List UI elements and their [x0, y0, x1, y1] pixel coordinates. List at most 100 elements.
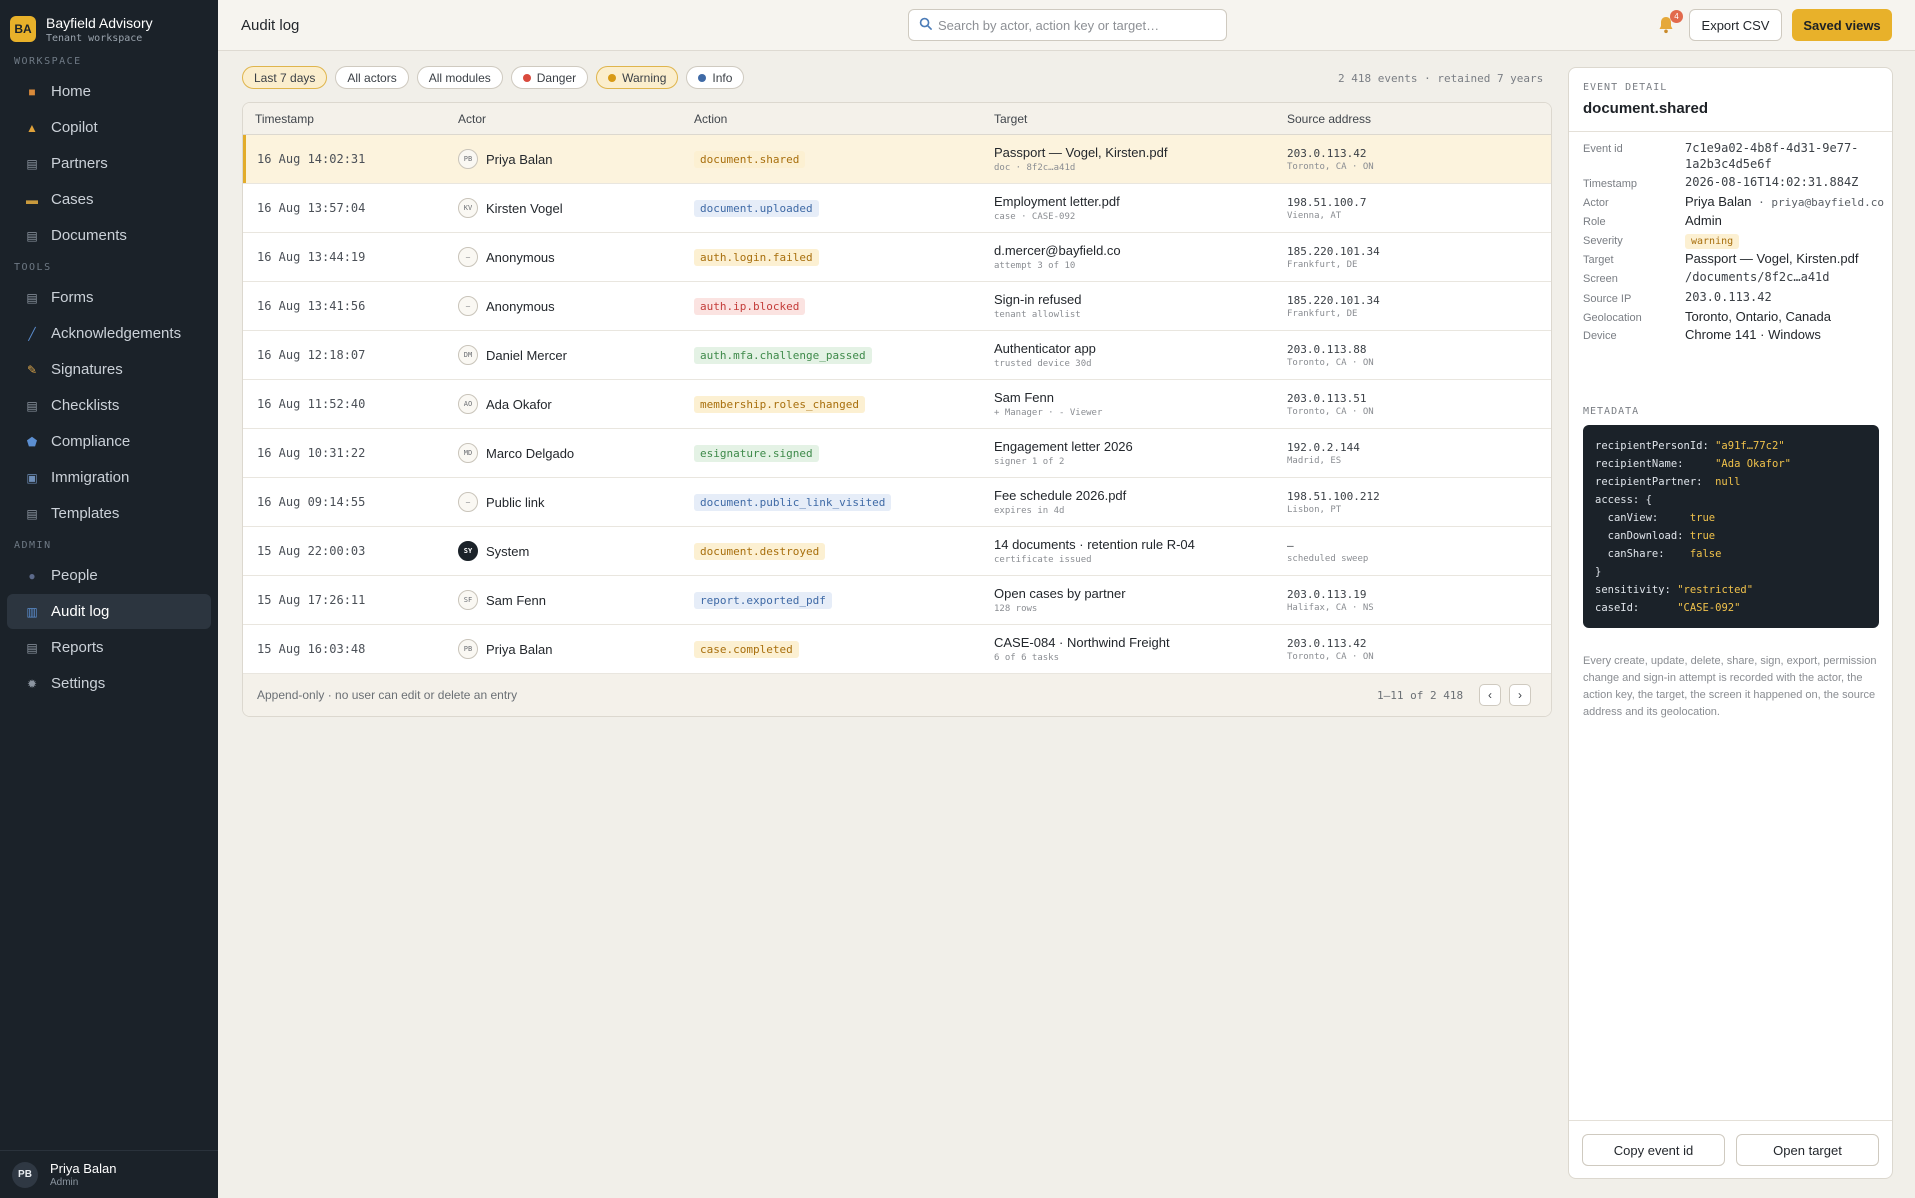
sidebar-item-forms[interactable]: ▤ Forms	[7, 280, 211, 315]
current-user[interactable]: PB Priya Balan Admin	[0, 1150, 218, 1198]
table-header: Timestamp Actor Action Target Source add…	[243, 103, 1551, 135]
filter-chip-all-actors[interactable]: All actors	[335, 66, 409, 89]
table-row[interactable]: 16 Aug 10:31:22 MD Marco Delgado esignature…	[243, 429, 1551, 478]
column-header-target[interactable]: Target	[994, 112, 1027, 126]
field-value-device: Chrome 141 · Windows	[1685, 327, 1821, 342]
cell-timestamp: 16 Aug 11:52:40	[257, 397, 366, 411]
avatar: SF	[458, 590, 478, 610]
metadata-line: canShare: false	[1595, 545, 1867, 563]
append-only-note: Append-only · no user can edit or delete…	[257, 688, 518, 702]
pagination-label: 1–11 of 2 418	[1377, 688, 1464, 702]
filter-chip-warning[interactable]: Warning	[596, 66, 679, 89]
chevron-left-icon: ‹	[1488, 688, 1492, 702]
cell-actor: SF Sam Fenn	[458, 590, 546, 610]
search-input[interactable]: Search by actor, action key or target…	[908, 9, 1227, 41]
table-row[interactable]: 15 Aug 22:00:03 SY System document.destroye…	[243, 527, 1551, 576]
cell-target: Employment letter.pdf case · CASE-092	[994, 194, 1120, 222]
sidebar-item-copilot[interactable]: ▲ Copilot	[7, 110, 211, 145]
sidebar-item-compliance[interactable]: ⬟ Compliance	[7, 424, 211, 459]
table-row[interactable]: 16 Aug 09:14:55 – Public link document.publ…	[243, 478, 1551, 527]
cell-actor: SY System	[458, 541, 529, 561]
sidebar-item-audit-log[interactable]: ▥ Audit log	[7, 594, 211, 629]
nav-section-label: WORKSPACE	[14, 56, 82, 67]
table-row[interactable]: 16 Aug 11:52:40 AO Ada Okafor membership.ro…	[243, 380, 1551, 429]
table-row[interactable]: 16 Aug 13:41:56 – Anonymous auth.ip.blocked…	[243, 282, 1551, 331]
column-header-actor[interactable]: Actor	[458, 112, 486, 126]
source-geo: Toronto, CA · ON	[1287, 651, 1374, 662]
avatar: –	[458, 492, 478, 512]
notifications-button[interactable]: 4	[1658, 10, 1683, 38]
table-row[interactable]: 16 Aug 12:18:07 DM Daniel Mercer auth.mfa.c…	[243, 331, 1551, 380]
cell-source: 203.0.113.51 Toronto, CA · ON	[1287, 392, 1374, 417]
column-header-action[interactable]: Action	[694, 112, 727, 126]
table-row[interactable]: 16 Aug 13:57:04 KV Kirsten Vogel document.u…	[243, 184, 1551, 233]
sidebar-item-partners[interactable]: ▤ Partners	[7, 146, 211, 181]
actor-name: Ada Okafor	[486, 396, 552, 412]
sidebar-item-documents[interactable]: ▤ Documents	[7, 218, 211, 253]
metadata-line: recipientPartner: null	[1595, 473, 1867, 491]
export-csv-button[interactable]: Export CSV	[1689, 9, 1782, 41]
avatar: MD	[458, 443, 478, 463]
metadata-value: null	[1715, 476, 1741, 488]
checklist-icon: ▤	[26, 398, 38, 413]
sidebar-item-templates[interactable]: ▤ Templates	[7, 496, 211, 531]
actor-email: priya@bayfield.co	[1771, 196, 1884, 209]
column-header-timestamp[interactable]: Timestamp	[255, 112, 314, 126]
sidebar-item-reports[interactable]: ▤ Reports	[7, 630, 211, 665]
field-label-event-id: Event id	[1583, 143, 1623, 155]
cell-target: Sam Fenn + Manager · - Viewer	[994, 390, 1102, 418]
action-key-tag: document.public_link_visited	[694, 494, 892, 511]
table-footer: Append-only · no user can edit or delete…	[243, 674, 1551, 716]
cell-actor: PB Priya Balan	[458, 149, 552, 169]
table-row[interactable]: 15 Aug 16:03:48 PB Priya Balan case.complet…	[243, 625, 1551, 674]
prev-page-button[interactable]: ‹	[1479, 684, 1501, 706]
sidebar-item-settings[interactable]: ✹ Settings	[7, 666, 211, 701]
source-ip: 203.0.113.88	[1287, 342, 1367, 356]
sidebar-item-home[interactable]: ■ Home	[7, 74, 211, 109]
field-label-source-ip: Source IP	[1583, 293, 1632, 305]
sidebar-item-cases[interactable]: ▬ Cases	[7, 182, 211, 217]
metadata-key: canShare:	[1595, 548, 1690, 560]
sidebar-item-checklists[interactable]: ▤ Checklists	[7, 388, 211, 423]
avatar: KV	[458, 198, 478, 218]
filter-chip-last-7-days[interactable]: Last 7 days	[242, 66, 328, 89]
field-label-geolocation: Geolocation	[1583, 312, 1642, 324]
column-header-source[interactable]: Source address	[1287, 112, 1371, 126]
table-row[interactable]: 15 Aug 17:26:11 SF Sam Fenn report.exported…	[243, 576, 1551, 625]
metadata-value: false	[1689, 548, 1722, 560]
source-geo: Lisbon, PT	[1287, 504, 1342, 515]
filter-chip-danger[interactable]: Danger	[510, 66, 589, 89]
avatar: PB	[458, 149, 478, 169]
cell-timestamp: 16 Aug 14:02:31	[257, 152, 366, 166]
cell-action: document.uploaded	[694, 199, 819, 217]
actor-name: Public link	[486, 494, 545, 510]
audit-note: Every create, update, delete, share, sig…	[1583, 655, 1877, 718]
avatar: AO	[458, 394, 478, 414]
cell-timestamp: 16 Aug 10:31:22	[257, 446, 366, 460]
target-detail: case · CASE-092	[994, 212, 1076, 222]
table-row[interactable]: 16 Aug 13:44:19 – Anonymous auth.login.fail…	[243, 233, 1551, 282]
sidebar-item-signatures[interactable]: ✎ Signatures	[7, 352, 211, 387]
sidebar-item-label: Documents	[51, 227, 127, 244]
field-value-severity: warning	[1685, 232, 1740, 249]
cell-actor: AO Ada Okafor	[458, 394, 552, 414]
sidebar-item-label: Compliance	[51, 433, 131, 450]
saved-views-button[interactable]: Saved views	[1792, 9, 1892, 41]
cell-source: 198.51.100.7 Vienna, AT	[1287, 196, 1366, 221]
metadata-label: METADATA	[1583, 406, 1640, 417]
cell-actor: – Anonymous	[458, 296, 555, 316]
source-geo: Toronto, CA · ON	[1287, 161, 1374, 172]
next-page-button[interactable]: ›	[1509, 684, 1531, 706]
sidebar-item-people[interactable]: ● People	[7, 558, 211, 593]
brand[interactable]: BA Bayfield Advisory Tenant workspace	[0, 0, 218, 48]
copy-event-id-button[interactable]: Copy event id	[1582, 1134, 1725, 1166]
cell-source: 185.220.101.34 Frankfurt, DE	[1287, 294, 1380, 319]
filter-chip-all-modules[interactable]: All modules	[416, 66, 503, 89]
sidebar-item-acknowledgements[interactable]: ╱ Acknowledgements	[7, 316, 211, 351]
table-row[interactable]: 16 Aug 14:02:31 PB Priya Balan document.sha…	[243, 135, 1551, 184]
filter-chip-info[interactable]: Info	[686, 66, 745, 89]
actor-name: Anonymous	[486, 249, 555, 265]
home-icon: ■	[28, 84, 36, 99]
sidebar-item-immigration[interactable]: ▣ Immigration	[7, 460, 211, 495]
open-target-button[interactable]: Open target	[1736, 1134, 1879, 1166]
